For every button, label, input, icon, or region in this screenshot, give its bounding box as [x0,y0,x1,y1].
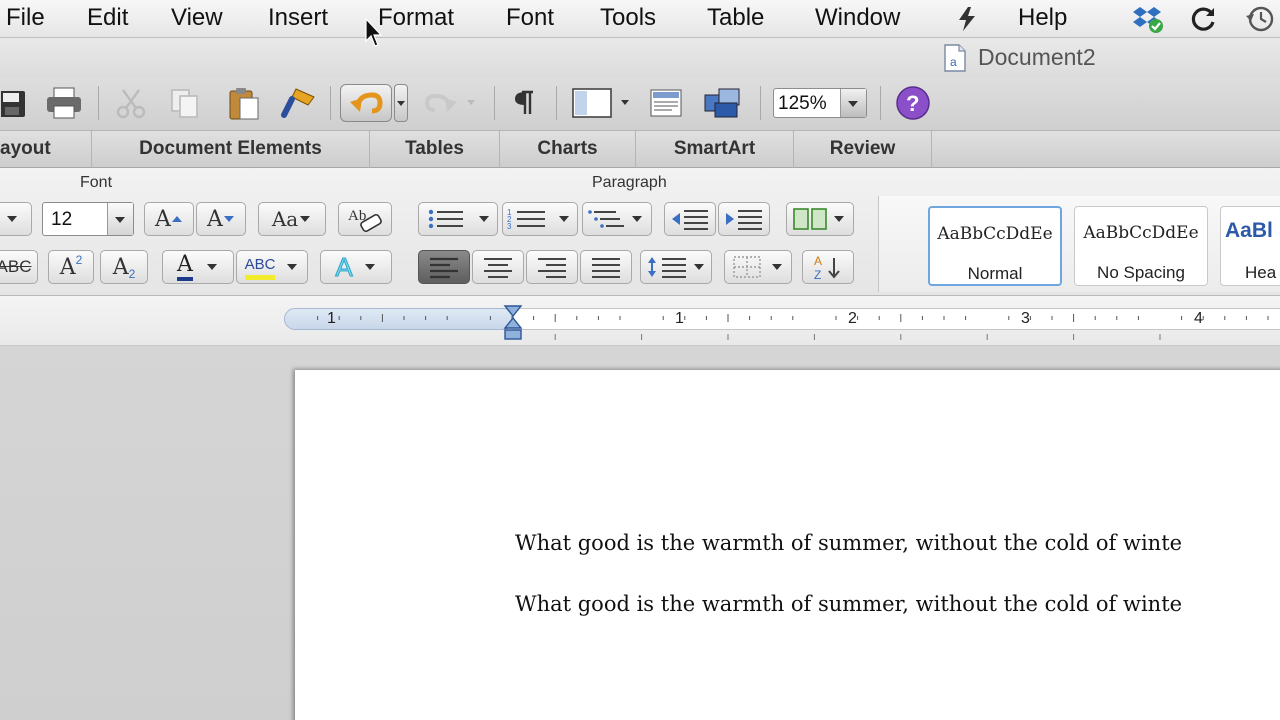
document-line[interactable]: What good is the warmth of summer, witho… [515,592,1182,616]
word-window: File Edit View Insert Format Font Tools … [0,0,1280,720]
document-line[interactable]: What good is the warmth of summer, witho… [515,531,1182,555]
mouse-pointer-icon [364,17,384,48]
document-text-area: What good is the warmth of summer, witho… [0,0,1280,720]
